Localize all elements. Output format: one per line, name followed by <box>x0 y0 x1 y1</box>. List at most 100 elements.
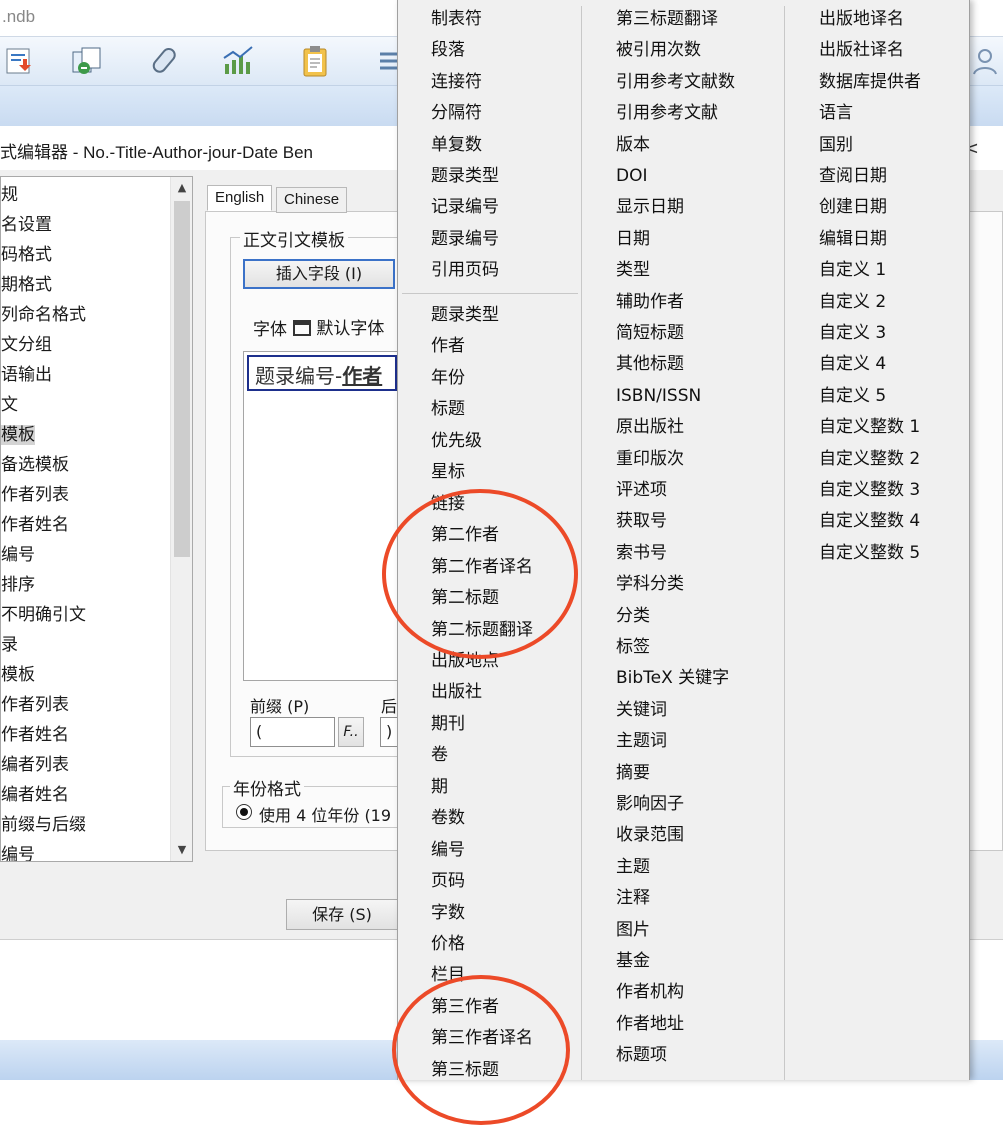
menu-item[interactable]: 期 <box>431 774 448 800</box>
scroll-up-icon[interactable]: ▲ <box>171 177 192 199</box>
menu-item[interactable]: 作者 <box>431 333 465 359</box>
menu-item[interactable]: 日期 <box>616 226 650 252</box>
menu-item[interactable]: 基金 <box>616 948 650 974</box>
save-button[interactable]: 保存 (S) <box>286 899 398 930</box>
tree-item[interactable]: 码格式 <box>1 241 52 269</box>
menu-item[interactable]: 获取号 <box>616 508 667 534</box>
menu-item[interactable]: 主题 <box>616 854 650 880</box>
menu-item[interactable]: 题录编号 <box>431 226 499 252</box>
tree-item[interactable]: 名设置 <box>1 211 52 239</box>
menu-item[interactable]: 编辑日期 <box>819 226 887 252</box>
menu-item[interactable]: 原出版社 <box>616 414 684 440</box>
attach-icon[interactable] <box>146 42 184 80</box>
menu-item[interactable]: 自定义整数 1 <box>819 414 920 440</box>
tree-item[interactable]: 作者姓名 <box>1 511 69 539</box>
menu-item[interactable]: 其他标题 <box>616 351 684 377</box>
tree-item[interactable]: 模板 <box>1 421 35 449</box>
menu-item[interactable]: DOI <box>616 163 648 189</box>
menu-item[interactable]: 简短标题 <box>616 320 684 346</box>
menu-item[interactable]: 单复数 <box>431 132 482 158</box>
menu-item[interactable]: 引用参考文献 <box>616 100 718 126</box>
menu-item[interactable]: 标签 <box>616 634 650 660</box>
menu-item[interactable]: 卷 <box>431 742 448 768</box>
menu-item[interactable]: 类型 <box>616 257 650 283</box>
menu-item[interactable]: 关键词 <box>616 697 667 723</box>
menu-item[interactable]: 版本 <box>616 132 650 158</box>
clipboard-icon[interactable] <box>296 42 334 80</box>
menu-item[interactable]: 引用参考文献数 <box>616 69 735 95</box>
tree-item[interactable]: 不明确引文 <box>1 601 86 629</box>
tree-item[interactable]: 作者列表 <box>1 691 69 719</box>
menu-item[interactable]: 数据库提供者 <box>819 69 921 95</box>
style-tree[interactable]: ▲ ▼ 规名设置 码格式 期格式 列命名格式 文分组 语输出文模板 备选模板 作者列表 作者姓名… <box>0 176 193 862</box>
insert-field-button[interactable]: 插入字段 (I) <box>243 259 395 289</box>
menu-item[interactable]: 题录类型 <box>431 302 499 328</box>
menu-item[interactable]: 自定义整数 3 <box>819 477 920 503</box>
menu-item[interactable]: ISBN/ISSN <box>616 383 701 409</box>
menu-item[interactable]: 收录范围 <box>616 822 684 848</box>
menu-item[interactable]: 标题项 <box>616 1042 667 1068</box>
tree-item[interactable]: 作者姓名 <box>1 721 69 749</box>
menu-item[interactable]: 主题词 <box>616 728 667 754</box>
menu-item[interactable]: 出版地译名 <box>819 6 904 32</box>
tree-item[interactable]: 编者姓名 <box>1 781 69 809</box>
tree-item[interactable]: 备选模板 <box>1 451 69 479</box>
menu-item[interactable]: 重印版次 <box>616 446 684 472</box>
prefix-format-button[interactable]: F.. <box>338 717 364 747</box>
menu-item[interactable]: 注释 <box>616 885 650 911</box>
tree-item[interactable]: 期格式 <box>1 271 52 299</box>
menu-item[interactable]: 卷数 <box>431 805 465 831</box>
menu-item[interactable]: 查阅日期 <box>819 163 887 189</box>
menu-item[interactable]: 自定义整数 4 <box>819 508 920 534</box>
scroll-thumb[interactable] <box>174 201 190 557</box>
menu-item[interactable]: 评述项 <box>616 477 667 503</box>
menu-item[interactable]: 创建日期 <box>819 194 887 220</box>
tree-item[interactable]: 列命名格式 <box>1 301 86 329</box>
tree-item[interactable]: 模板 <box>1 661 35 689</box>
menu-item[interactable]: 分类 <box>616 603 650 629</box>
prefix-input[interactable]: ( <box>250 717 335 747</box>
menu-item[interactable]: 期刊 <box>431 711 465 737</box>
tree-item[interactable]: 编者列表 <box>1 751 69 779</box>
menu-item[interactable]: 段落 <box>431 37 465 63</box>
menu-item[interactable]: 自定义整数 5 <box>819 540 920 566</box>
menu-item[interactable]: 语言 <box>819 100 853 126</box>
tree-scrollbar[interactable]: ▲ ▼ <box>170 177 192 861</box>
menu-item[interactable]: 摘要 <box>616 760 650 786</box>
tab-chinese[interactable]: Chinese <box>276 187 348 213</box>
menu-item[interactable]: 自定义 3 <box>819 320 886 346</box>
scroll-down-icon[interactable]: ▼ <box>171 839 192 861</box>
menu-item[interactable]: 自定义整数 2 <box>819 446 920 472</box>
tree-item[interactable]: 语输出 <box>1 361 52 389</box>
menu-item[interactable]: 第三标题翻译 <box>616 6 718 32</box>
menu-item[interactable]: 图片 <box>616 917 650 943</box>
menu-item[interactable]: 自定义 5 <box>819 383 886 409</box>
chart-icon[interactable] <box>220 42 258 80</box>
menu-item[interactable]: 影响因子 <box>616 791 684 817</box>
menu-item[interactable]: 分隔符 <box>431 100 482 126</box>
tree-item[interactable]: 排序 <box>1 571 35 599</box>
tree-item[interactable]: 录 <box>1 631 18 659</box>
menu-item[interactable]: 索书号 <box>616 540 667 566</box>
menu-item[interactable]: 标题 <box>431 396 465 422</box>
tree-item[interactable]: 文 <box>1 391 18 419</box>
menu-item[interactable]: 辅助作者 <box>616 289 684 315</box>
tree-item[interactable]: 前缀与后缀 <box>1 811 86 839</box>
menu-item[interactable]: BibTeX 关键字 <box>616 665 729 691</box>
menu-item[interactable]: 自定义 4 <box>819 351 886 377</box>
menu-item[interactable]: 星标 <box>431 459 465 485</box>
tree-item[interactable]: 编号 <box>1 541 35 569</box>
menu-item[interactable]: 显示日期 <box>616 194 684 220</box>
menu-item[interactable]: 引用页码 <box>431 257 499 283</box>
menu-item[interactable]: 出版社译名 <box>819 37 904 63</box>
menu-item[interactable]: 出版社 <box>431 679 482 705</box>
menu-item[interactable]: 题录类型 <box>431 163 499 189</box>
menu-item[interactable]: 作者地址 <box>616 1011 684 1037</box>
template-editor[interactable]: 题录编号-作者 <box>243 351 403 681</box>
menu-item[interactable]: 自定义 2 <box>819 289 886 315</box>
menu-item[interactable]: 国别 <box>819 132 853 158</box>
tree-item[interactable]: 文分组 <box>1 331 52 359</box>
menu-item[interactable]: 自定义 1 <box>819 257 886 283</box>
menu-item[interactable]: 作者机构 <box>616 979 684 1005</box>
menu-item[interactable]: 年份 <box>431 365 465 391</box>
